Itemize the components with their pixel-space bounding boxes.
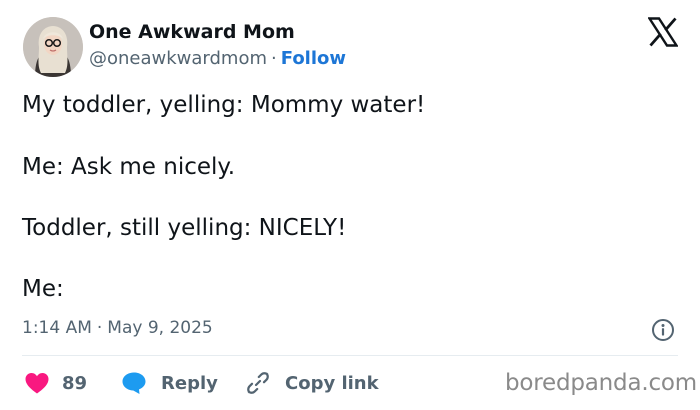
x-logo-icon[interactable] [647,17,679,47]
tweet-timestamp[interactable]: 1:14 AM · May 9, 2025 [22,318,213,338]
author-handle[interactable]: @oneawkwardmom [89,48,267,69]
author-handle-row: @oneawkwardmom · Follow [89,48,346,69]
follow-link[interactable]: Follow [281,48,346,69]
copy-link-button[interactable]: Copy link [245,369,379,397]
speech-bubble-icon [121,371,147,395]
like-button[interactable]: 89 [24,369,87,397]
author-name[interactable]: One Awkward Mom [89,21,295,43]
tweet-line: Me: [22,276,64,302]
like-count: 89 [62,372,88,394]
reply-button[interactable]: Reply [121,369,218,397]
reply-label: Reply [161,372,218,394]
tweet-date: May 9, 2025 [107,318,213,338]
separator-dot: · [271,48,277,69]
heart-icon [24,371,50,395]
source-watermark: boredpanda.com [505,370,697,396]
copy-link-label: Copy link [285,372,379,394]
tweet-line: Me: Ask me nicely. [22,154,236,180]
tweet-line: My toddler, yelling: Mommy water! [22,92,426,118]
tweet-time: 1:14 AM [22,318,92,338]
avatar-image [23,17,83,77]
avatar[interactable] [23,17,83,77]
link-icon [245,370,271,396]
tweet-card: One Awkward Mom @oneawkwardmom · Follow My… [0,0,700,410]
tweet-line: Toddler, still yelling: NICELY! [22,215,347,241]
separator-dot: · [96,318,103,338]
divider [22,355,678,356]
info-icon[interactable] [651,318,675,342]
